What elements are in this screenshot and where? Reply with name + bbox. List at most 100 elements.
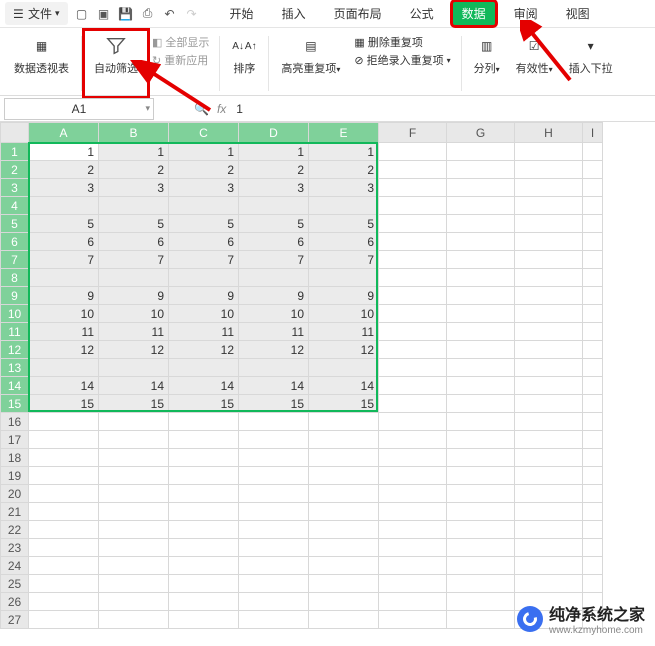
cell[interactable] [447, 161, 515, 179]
cell[interactable] [583, 179, 603, 197]
print-icon[interactable]: ⎙ [140, 6, 156, 22]
cell[interactable] [169, 539, 239, 557]
cell[interactable] [583, 323, 603, 341]
row-header[interactable]: 2 [1, 161, 29, 179]
cell[interactable] [239, 539, 309, 557]
cell[interactable] [169, 467, 239, 485]
cell[interactable] [447, 287, 515, 305]
column-header[interactable]: H [515, 123, 583, 143]
name-box[interactable]: A1 ▾ [4, 98, 154, 120]
cell[interactable] [447, 251, 515, 269]
cell[interactable] [515, 557, 583, 575]
cell[interactable] [379, 431, 447, 449]
row-header[interactable]: 21 [1, 503, 29, 521]
row-header[interactable]: 3 [1, 179, 29, 197]
row-header[interactable]: 11 [1, 323, 29, 341]
cell[interactable] [169, 503, 239, 521]
cell[interactable] [583, 143, 603, 161]
cell[interactable]: 15 [99, 395, 169, 413]
cell[interactable] [309, 611, 379, 629]
tab-view[interactable]: 视图 [556, 1, 600, 26]
cell[interactable] [379, 575, 447, 593]
cell[interactable]: 12 [309, 341, 379, 359]
sort-button[interactable]: A↓A↑ 排序 [224, 32, 264, 95]
cell[interactable] [239, 593, 309, 611]
cell[interactable] [447, 593, 515, 611]
spreadsheet-grid[interactable]: ABCDEFGHI1111112222223333334555555666666… [0, 122, 655, 629]
cell[interactable] [239, 413, 309, 431]
cell[interactable]: 1 [169, 143, 239, 161]
cell[interactable] [99, 503, 169, 521]
cell[interactable] [515, 503, 583, 521]
tab-formula[interactable]: 公式 [400, 1, 444, 26]
cell[interactable] [447, 377, 515, 395]
cell[interactable] [239, 449, 309, 467]
row-header[interactable]: 7 [1, 251, 29, 269]
cell[interactable] [515, 395, 583, 413]
cell[interactable]: 2 [169, 161, 239, 179]
cell[interactable]: 6 [169, 233, 239, 251]
cell[interactable]: 7 [309, 251, 379, 269]
select-all-corner[interactable] [1, 123, 29, 143]
cell[interactable] [583, 233, 603, 251]
row-header[interactable]: 26 [1, 593, 29, 611]
row-header[interactable]: 24 [1, 557, 29, 575]
cell[interactable] [99, 269, 169, 287]
cell[interactable] [515, 449, 583, 467]
cell[interactable]: 5 [99, 215, 169, 233]
cell[interactable]: 3 [99, 179, 169, 197]
cell[interactable] [583, 575, 603, 593]
cell[interactable]: 9 [169, 287, 239, 305]
cell[interactable]: 7 [169, 251, 239, 269]
cell[interactable] [447, 503, 515, 521]
column-header[interactable]: D [239, 123, 309, 143]
cell[interactable] [309, 431, 379, 449]
cell[interactable] [29, 269, 99, 287]
cell[interactable] [583, 449, 603, 467]
cell[interactable] [379, 305, 447, 323]
cell[interactable]: 6 [29, 233, 99, 251]
column-header[interactable]: A [29, 123, 99, 143]
cell[interactable] [447, 179, 515, 197]
cell[interactable] [29, 485, 99, 503]
cell[interactable]: 3 [309, 179, 379, 197]
cell[interactable] [169, 575, 239, 593]
cell[interactable] [583, 377, 603, 395]
cell[interactable]: 5 [239, 215, 309, 233]
row-header[interactable]: 16 [1, 413, 29, 431]
cell[interactable]: 5 [29, 215, 99, 233]
cell[interactable] [239, 431, 309, 449]
cell[interactable]: 7 [239, 251, 309, 269]
cell[interactable] [99, 449, 169, 467]
cell[interactable] [379, 323, 447, 341]
cell[interactable]: 12 [99, 341, 169, 359]
autofilter-button[interactable]: 自动筛选 [86, 32, 146, 95]
cell[interactable] [583, 467, 603, 485]
cell[interactable] [583, 395, 603, 413]
cell[interactable] [379, 593, 447, 611]
cell[interactable] [515, 305, 583, 323]
cell[interactable] [379, 233, 447, 251]
cell[interactable] [239, 467, 309, 485]
cell[interactable] [29, 611, 99, 629]
cell[interactable] [515, 215, 583, 233]
cell[interactable] [515, 521, 583, 539]
cell[interactable]: 9 [309, 287, 379, 305]
column-header[interactable]: F [379, 123, 447, 143]
cell[interactable] [99, 539, 169, 557]
cell[interactable] [447, 431, 515, 449]
cell[interactable]: 9 [99, 287, 169, 305]
cell[interactable] [309, 557, 379, 575]
cell[interactable] [515, 359, 583, 377]
cell[interactable]: 14 [309, 377, 379, 395]
cell[interactable] [379, 413, 447, 431]
cell[interactable]: 15 [309, 395, 379, 413]
cell[interactable] [515, 413, 583, 431]
remove-dup-button[interactable]: ▦删除重复项 [354, 34, 450, 50]
row-header[interactable]: 14 [1, 377, 29, 395]
cell[interactable] [99, 557, 169, 575]
column-header[interactable]: E [309, 123, 379, 143]
cell[interactable] [99, 467, 169, 485]
cell[interactable]: 3 [29, 179, 99, 197]
cell[interactable] [309, 593, 379, 611]
